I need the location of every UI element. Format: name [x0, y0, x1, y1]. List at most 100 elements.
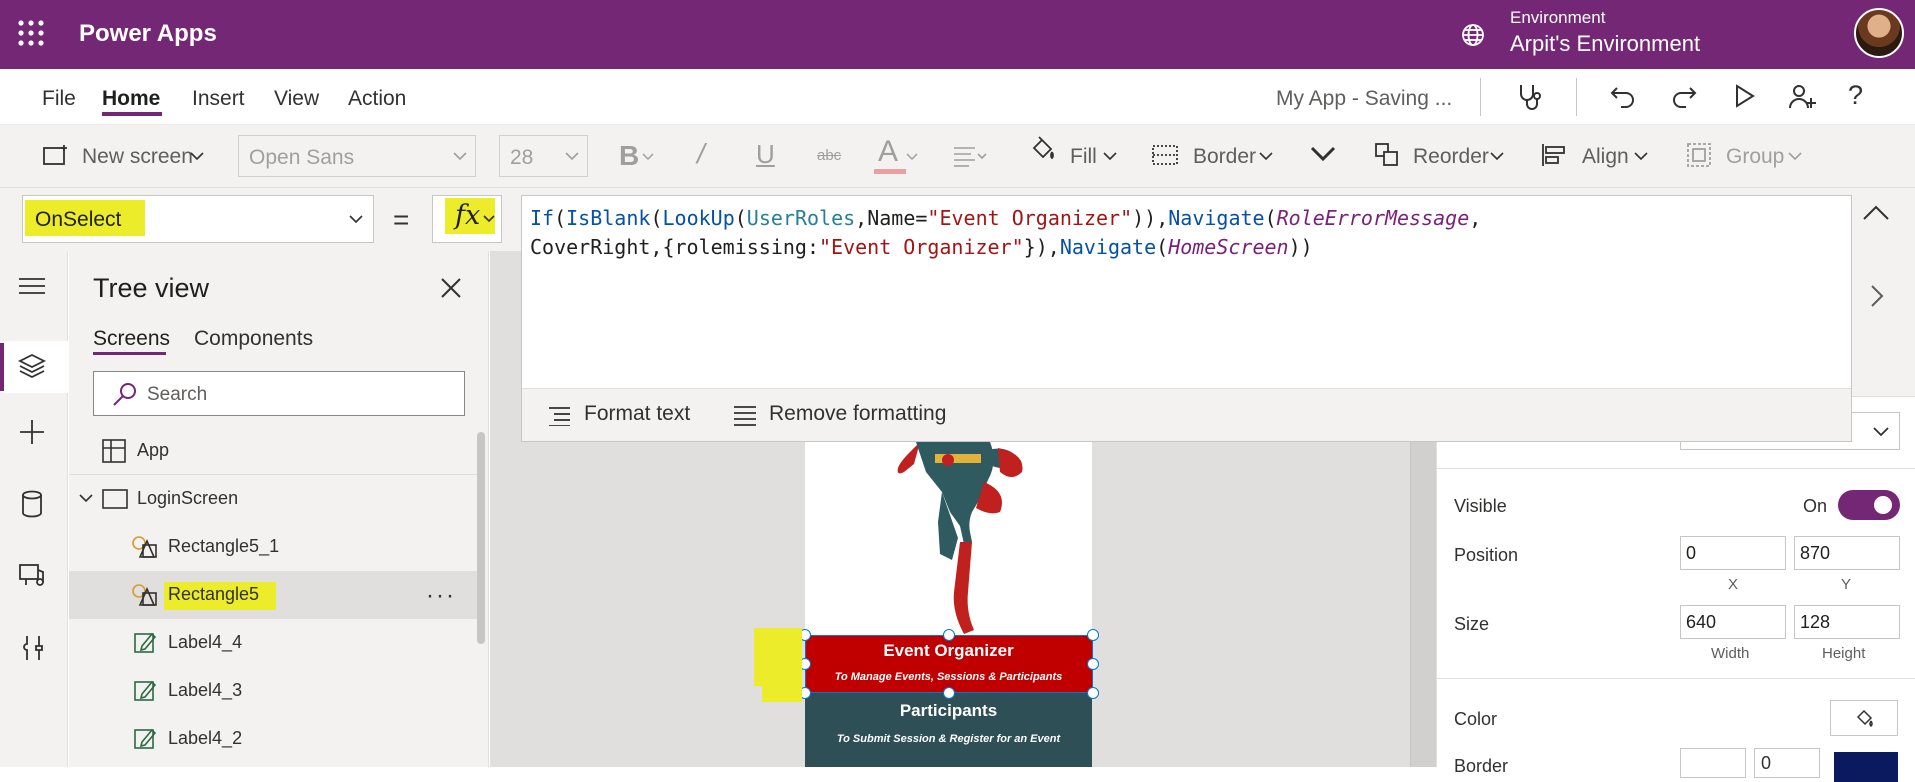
collapse-formula-chevron-icon[interactable] — [1862, 205, 1890, 221]
chevron-down-icon[interactable] — [190, 152, 204, 161]
share-user-icon[interactable] — [1787, 82, 1817, 112]
fill-bucket-icon — [1856, 709, 1873, 728]
function-button[interactable]: fx — [432, 195, 502, 243]
menu-view[interactable]: View — [274, 87, 319, 111]
app-title[interactable]: Power Apps — [79, 20, 217, 48]
reorder-icon[interactable] — [1374, 142, 1400, 168]
chevron-down-icon[interactable] — [1259, 152, 1273, 161]
align-icon[interactable] — [1541, 143, 1567, 167]
tree-item-label: Label4_2 — [168, 728, 243, 748]
font-family-select[interactable]: Open Sans — [238, 135, 476, 177]
chevron-down-icon[interactable] — [1103, 152, 1117, 161]
tree-item-rectangle5-1[interactable]: Rectangle5_1 — [69, 523, 477, 571]
superhero-image[interactable] — [880, 442, 1030, 637]
width-input[interactable]: 640 — [1680, 605, 1786, 639]
group-icon[interactable] — [1686, 142, 1712, 168]
user-avatar[interactable] — [1854, 8, 1904, 58]
italic-icon[interactable]: / — [697, 138, 705, 170]
tree-search-input[interactable]: Search — [93, 371, 465, 416]
tab-components[interactable]: Components — [194, 327, 313, 351]
font-color-icon[interactable]: A — [878, 135, 898, 169]
top-header: Power Apps Environment Arpit's Environme… — [0, 0, 1915, 69]
chevron-down-icon[interactable] — [642, 153, 654, 161]
resize-handle[interactable] — [943, 629, 955, 641]
selection-box — [805, 635, 1093, 693]
tree-view-layers-icon[interactable] — [18, 353, 46, 379]
tree-item-label4-2[interactable]: Label4_2 — [69, 715, 477, 763]
insert-plus-icon[interactable] — [18, 418, 46, 446]
align-button[interactable]: Align — [1582, 145, 1629, 169]
text-align-icon[interactable] — [953, 145, 987, 167]
tree-item-label: App — [137, 440, 170, 460]
environment-name[interactable]: Arpit's Environment — [1510, 31, 1700, 57]
chevron-down-icon[interactable] — [1788, 152, 1802, 161]
menu-file[interactable]: File — [42, 87, 76, 111]
property-selector[interactable]: OnSelect — [22, 195, 374, 243]
resize-handle[interactable] — [1087, 687, 1099, 699]
tree-item-label4-4[interactable]: Label4_4 — [69, 619, 477, 667]
tree-item-label4-3[interactable]: Label4_3 — [69, 667, 477, 715]
color-picker[interactable] — [1830, 700, 1898, 736]
position-x-input[interactable]: 0 — [1680, 536, 1786, 570]
remove-formatting-button[interactable]: Remove formatting — [769, 402, 946, 426]
new-screen-icon[interactable] — [42, 144, 68, 168]
app-checker-stethoscope-icon[interactable] — [1515, 82, 1545, 112]
data-database-icon[interactable] — [21, 490, 43, 518]
help-icon[interactable]: ? — [1848, 80, 1863, 111]
active-tab-indicator — [93, 352, 166, 355]
shape-icon — [132, 536, 157, 558]
border-color-swatch[interactable] — [1834, 752, 1898, 782]
chevron-down-icon[interactable] — [1490, 152, 1504, 161]
chevron-down-icon[interactable] — [906, 153, 918, 161]
undo-icon[interactable] — [1609, 82, 1637, 110]
fill-button[interactable]: Fill — [1070, 145, 1097, 169]
font-size-select[interactable]: 28 — [499, 135, 588, 177]
fx-icon: fx — [455, 200, 481, 231]
more-options-icon[interactable]: ··· — [426, 582, 456, 610]
menu-insert[interactable]: Insert — [192, 87, 245, 111]
more-commands-chevron-icon[interactable] — [1310, 146, 1336, 162]
tree-item-app[interactable]: App — [69, 427, 477, 475]
menu-home[interactable]: Home — [102, 87, 160, 111]
participants-title[interactable]: Participants — [805, 701, 1092, 721]
chevron-down-icon[interactable] — [79, 494, 93, 503]
format-text-button[interactable]: Format text — [584, 402, 690, 426]
reorder-button[interactable]: Reorder — [1413, 145, 1489, 169]
media-icon[interactable] — [18, 562, 46, 588]
preview-play-icon[interactable] — [1730, 82, 1758, 110]
border-button[interactable]: Border — [1193, 145, 1256, 169]
bold-icon[interactable]: B — [619, 140, 639, 172]
chevron-right-icon[interactable] — [1870, 284, 1884, 308]
tab-screens[interactable]: Screens — [93, 327, 170, 351]
tree-item-label: Rectangle5 — [168, 584, 260, 604]
participants-subtitle[interactable]: To Submit Session & Register for an Even… — [805, 733, 1092, 745]
equals-sign: = — [393, 204, 410, 235]
close-icon[interactable] — [440, 277, 462, 299]
chevron-down-icon[interactable] — [1634, 152, 1648, 161]
resize-handle[interactable] — [1087, 658, 1099, 670]
menu-action[interactable]: Action — [348, 87, 406, 111]
label-edit-icon — [134, 728, 156, 749]
formula-editor[interactable]: If(IsBlank(LookUp(UserRoles,Name="Event … — [521, 195, 1852, 442]
tree-scrollbar[interactable] — [477, 432, 485, 644]
app-icon — [102, 439, 126, 463]
height-input[interactable]: 128 — [1794, 605, 1900, 639]
group-button[interactable]: Group — [1726, 145, 1784, 169]
fill-bucket-icon[interactable] — [1030, 136, 1056, 164]
environment-globe-icon[interactable] — [1460, 22, 1486, 48]
position-y-input[interactable]: 870 — [1794, 536, 1900, 570]
hamburger-menu-icon[interactable] — [18, 276, 46, 296]
border-style-select[interactable] — [1680, 748, 1746, 778]
border-style-icon[interactable] — [1152, 145, 1178, 165]
app-launcher-icon[interactable] — [17, 19, 45, 47]
advanced-tools-icon[interactable] — [21, 634, 45, 662]
visible-toggle[interactable] — [1838, 490, 1900, 520]
tree-item-loginscreen[interactable]: LoginScreen — [69, 475, 477, 523]
resize-handle[interactable] — [1087, 629, 1099, 641]
new-screen-button[interactable]: New screen — [82, 145, 193, 169]
resize-handle[interactable] — [943, 687, 955, 699]
border-width-input[interactable]: 0 — [1754, 748, 1820, 778]
redo-icon[interactable] — [1670, 82, 1698, 110]
underline-icon[interactable]: U — [756, 139, 775, 170]
strikethrough-icon[interactable]: abc — [817, 147, 841, 164]
